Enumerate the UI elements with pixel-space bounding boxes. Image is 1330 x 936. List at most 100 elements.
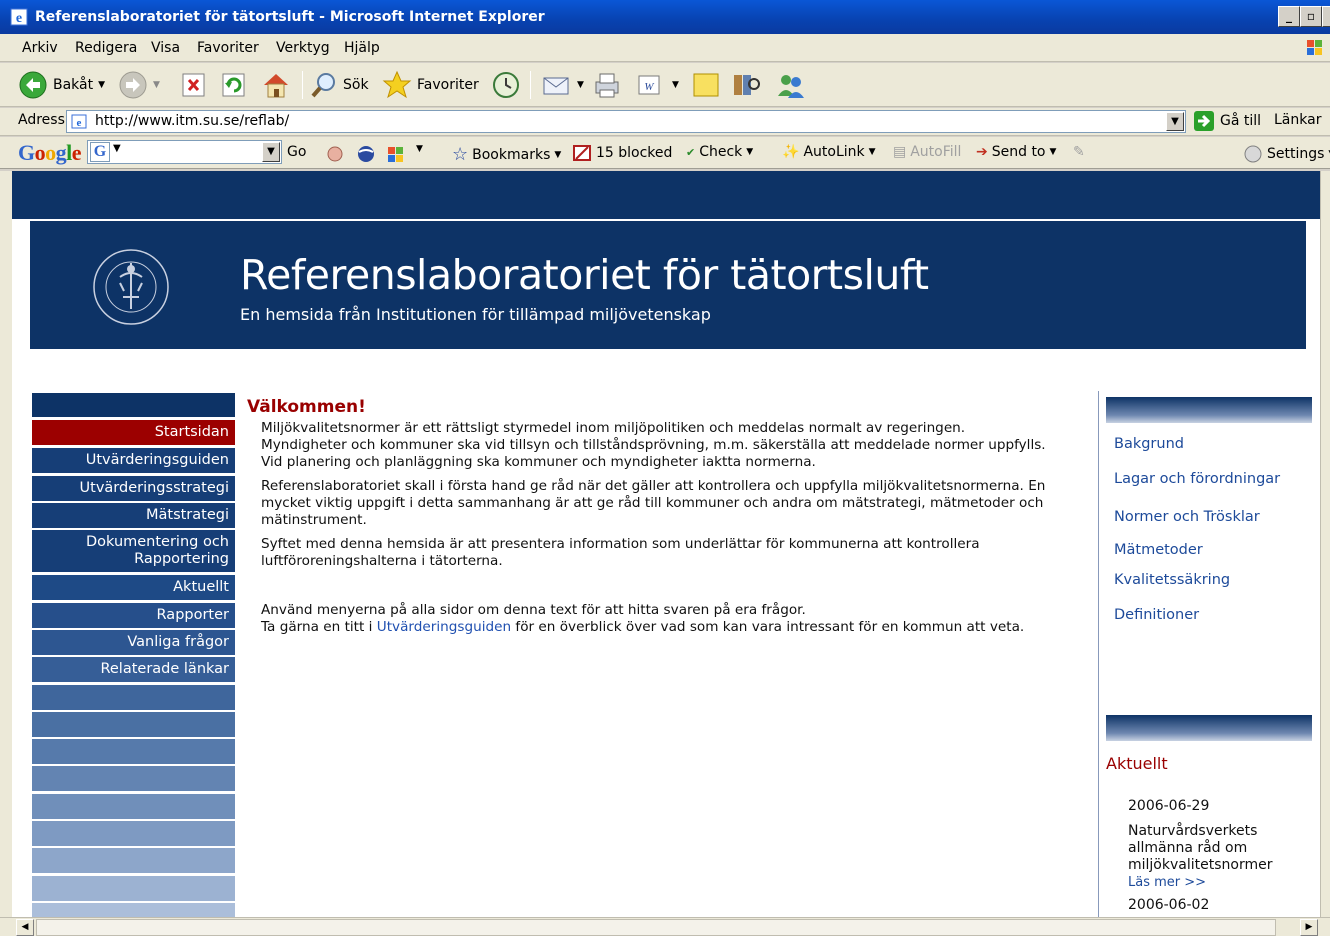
forward-button[interactable]: ▼ [118, 70, 160, 100]
links-button[interactable]: Länkar [1274, 112, 1321, 128]
menu-verktyg[interactable]: Verktyg [276, 40, 330, 56]
intro-paragraph-2: Referenslaboratoriet skall i första hand… [261, 478, 1046, 528]
highlight-icon[interactable] [385, 144, 411, 164]
nav-item-label: Relaterade länkar [100, 661, 229, 677]
menu-arkiv[interactable]: Arkiv [22, 40, 58, 56]
nav-spacer-block [32, 739, 235, 764]
send-to-button[interactable]: ➔ Send to ▼ [976, 144, 1056, 160]
research-icon[interactable] [730, 70, 762, 100]
address-input[interactable]: e http://www.itm.su.se/reflab/ ▼ [66, 110, 1186, 133]
nav-item-rapporter[interactable]: Rapporter [32, 603, 235, 628]
svg-text:W: W [644, 81, 654, 93]
right-header-bar-2 [1106, 715, 1312, 741]
vertical-scrollbar[interactable] [1320, 171, 1330, 917]
home-icon[interactable] [260, 70, 292, 100]
window-title: Referenslaboratoriet för tätortsluft - M… [35, 9, 545, 25]
mail-button[interactable]: ▼ [540, 70, 584, 100]
address-url: http://www.itm.su.se/reflab/ [95, 113, 290, 129]
horizontal-scrollbar[interactable]: ◀ ▶ [0, 917, 1330, 936]
back-button[interactable]: Bakåt ▼ [18, 70, 105, 100]
autofill-button[interactable]: ▤ AutoFill [893, 144, 961, 160]
maximize-button[interactable]: ▫ [1300, 6, 1322, 27]
spell-check-button[interactable]: ✔ Check ▼ [686, 144, 753, 160]
right-column-divider [1098, 391, 1099, 917]
settings-button[interactable]: Settings ▼ [1243, 144, 1330, 164]
nav-item-utvarderingsstrategi[interactable]: Utvärderingsstrategi [32, 476, 235, 501]
highlight-dropdown-icon[interactable]: ▼ [416, 144, 423, 154]
scroll-thumb[interactable] [36, 919, 1276, 936]
news-icon[interactable] [354, 144, 378, 164]
edit-dropdown-icon[interactable]: ▼ [672, 70, 679, 100]
menu-favoriter[interactable]: Favoriter [197, 40, 259, 56]
autolink-button[interactable]: ✨ AutoLink ▼ [782, 144, 876, 160]
nav-spacer-block [32, 876, 235, 901]
print-icon[interactable] [592, 70, 622, 100]
google-search-dropdown-icon[interactable]: ▼ [262, 142, 280, 162]
right-link-lagar[interactable]: Lagar och förordningar [1114, 471, 1280, 487]
stop-icon[interactable] [180, 70, 208, 100]
messenger-icon[interactable] [774, 70, 808, 100]
google-logo[interactable]: Google [18, 140, 82, 166]
utvarderingsguiden-link[interactable]: Utvärderingsguiden [377, 619, 511, 635]
close-button[interactable] [1322, 6, 1330, 27]
nav-item-vanliga-fragor[interactable]: Vanliga frågor [32, 630, 235, 655]
right-link-definitioner[interactable]: Definitioner [1114, 607, 1199, 623]
nav-item-utvarderingsguiden[interactable]: Utvärderingsguiden [32, 448, 235, 473]
nav-item-matstrategi[interactable]: Mätstrategi [32, 503, 235, 528]
guide-text-before: Ta gärna en titt i [261, 619, 377, 635]
mail-icon [543, 77, 569, 95]
favorites-button[interactable]: Favoriter [382, 70, 479, 100]
read-more-link[interactable]: Läs mer >> [1128, 875, 1206, 890]
go-button[interactable]: Gå till [1193, 110, 1261, 132]
bookmarks-button[interactable]: ☆ Bookmarks ▼ [452, 144, 561, 165]
guide-paragraph: Ta gärna en titt i Utvärderingsguiden fö… [247, 619, 1047, 636]
google-search-input[interactable]: G ▼ ▼ [87, 140, 282, 164]
bookmark-star-icon: ☆ [452, 144, 469, 165]
go-arrow-icon [1194, 111, 1214, 131]
nav-spacer-block [32, 685, 235, 710]
popup-blocker-button[interactable]: 15 blocked [572, 144, 672, 162]
autofill-icon: ▤ [893, 144, 907, 160]
scroll-left-button[interactable]: ◀ [16, 919, 34, 936]
nav-item-label: Utvärderingsstrategi [79, 480, 229, 496]
scroll-right-button[interactable]: ▶ [1300, 919, 1318, 936]
right-link-bakgrund[interactable]: Bakgrund [1114, 436, 1184, 452]
site-header: Referenslaboratoriet för tätortsluft En … [28, 219, 1308, 351]
search-button[interactable]: Sök [310, 70, 369, 100]
nav-item-aktuellt[interactable]: Aktuellt [32, 575, 235, 600]
menu-hjalp[interactable]: Hjälp [344, 40, 380, 56]
go-label: Gå till [1220, 113, 1262, 129]
right-link-normer[interactable]: Normer och Trösklar [1114, 509, 1260, 525]
nav-item-relaterade-lankar[interactable]: Relaterade länkar [32, 657, 235, 682]
minimize-button[interactable]: _ [1278, 6, 1300, 27]
right-link-kvalitetssakring[interactable]: Kvalitetssäkring [1114, 572, 1230, 588]
intro-paragraph-1: Miljökvalitetsnormer är ett rättsligt st… [261, 420, 1046, 470]
refresh-icon[interactable] [220, 70, 248, 100]
history-icon[interactable] [490, 70, 522, 100]
nav-item-dokumentering[interactable]: Dokumentering och Rapportering [32, 530, 235, 572]
google-g-dropdown-icon[interactable]: ▼ [113, 143, 121, 154]
forward-dropdown-icon[interactable]: ▼ [153, 80, 160, 90]
menu-visa[interactable]: Visa [151, 40, 180, 56]
address-dropdown-icon[interactable]: ▼ [1166, 112, 1184, 131]
news-item: Naturvårdsverkets allmänna råd om miljök… [1128, 823, 1296, 891]
page-viewport: Referenslaboratoriet för tätortsluft En … [12, 171, 1320, 917]
nav-header-block [32, 393, 235, 417]
edit-word-icon[interactable]: W [636, 70, 662, 100]
nav-item-label: Utvärderingsguiden [85, 452, 229, 468]
guide-text-after: för en överblick över vad som kan vara i… [511, 619, 1025, 635]
menu-redigera[interactable]: Redigera [75, 40, 137, 56]
mail-dropdown-icon[interactable]: ▼ [577, 80, 584, 90]
nav-spacer-block [32, 903, 235, 917]
autolink-label: AutoLink [803, 144, 865, 160]
highlighter-pen-icon[interactable]: ✎ [1073, 144, 1085, 160]
note-icon[interactable] [690, 70, 722, 100]
back-dropdown-icon[interactable]: ▼ [98, 80, 105, 90]
forward-arrow-icon [119, 71, 147, 99]
right-link-matmetoder[interactable]: Mätmetoder [1114, 542, 1203, 558]
nav-item-startsidan[interactable]: Startsidan [32, 420, 235, 445]
google-go-button[interactable]: Go [287, 144, 306, 160]
pagerank-icon[interactable] [323, 144, 347, 164]
google-g-icon[interactable]: G [90, 142, 110, 162]
page-ie-icon: e [71, 114, 87, 129]
